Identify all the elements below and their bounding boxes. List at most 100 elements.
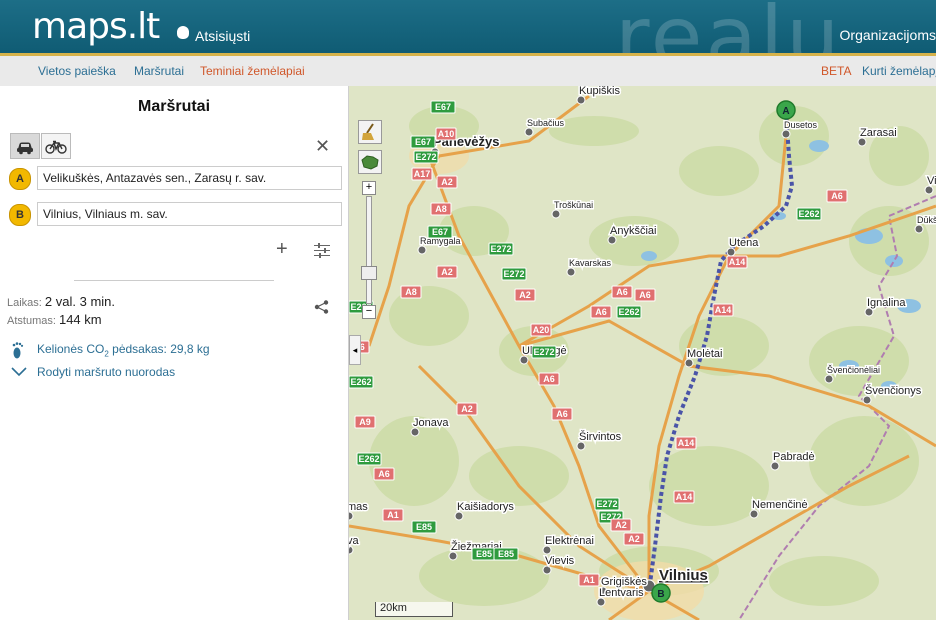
road-shield-E272: E272 [501,267,527,281]
place-19: Pabradė [770,450,816,471]
place-label: Kavarskas [569,258,612,268]
svg-text:E272: E272 [533,347,554,357]
map-svg[interactable]: KupiškisSubačiusPanevėžysDusetosZarasaiV… [349,86,936,620]
share-icon[interactable] [314,300,330,314]
road-shield-A2: A2 [514,288,536,302]
collapse-panel-button[interactable]: ◂ [349,335,361,365]
chevron-down-icon[interactable] [11,367,27,377]
svg-text:A9: A9 [359,417,371,427]
beta-badge: BETA [821,64,852,78]
create-map-link[interactable]: Kurti žemėlapį [862,64,936,78]
tab-routes[interactable]: Maršrutai [134,64,184,78]
add-waypoint-icon[interactable]: + [276,238,288,261]
route-marker-b: B [651,583,671,603]
apple-icon [177,26,189,39]
place-16: Švenčionys [862,383,923,405]
place-28: mas [349,500,370,521]
car-icon [17,142,33,155]
distance-label: Atstumas: [7,315,56,327]
place-label: Kupiškis [579,86,620,97]
road-shield-A20: A20 [530,323,552,337]
svg-text:E262: E262 [618,307,639,317]
place-label: Anykščiai [610,225,656,237]
distance-value: 144 km [58,312,102,327]
nav-bar: Vietos paieška Maršrutai Teminiai žemėla… [0,56,936,87]
route-options-icon[interactable] [314,243,330,258]
place-dot [781,129,791,139]
road-shield-A1: A1 [382,508,404,522]
place-label: Visaginas [927,175,936,187]
road-shield-E85: E85 [493,547,519,561]
svg-text:A6: A6 [556,409,568,419]
zoom-in-button[interactable]: + [362,181,376,195]
place-dot [862,395,872,405]
place-label: va [349,535,360,547]
destination-input[interactable]: Vilnius, Vilniaus m. sav. [37,202,342,226]
place-18: Širvintos [576,429,623,451]
place-dot [576,95,586,105]
zoom-out-button[interactable]: − [362,305,376,319]
road-shield-E272: E272 [488,242,514,256]
organizations-link[interactable]: Organizacijoms [840,27,936,43]
bicycle-mode-button[interactable] [41,133,71,159]
svg-text:E85: E85 [498,549,514,559]
svg-text:E272: E272 [415,152,436,162]
lake [885,255,903,267]
co2-value: pėdsakas: 29,8 kg [108,342,210,356]
road-shield-E272: E272 [594,497,620,511]
svg-text:A6: A6 [639,290,651,300]
download-link[interactable]: Atsisiųsti [195,28,250,44]
svg-text:A2: A2 [519,290,531,300]
svg-text:E262: E262 [350,377,371,387]
road-shield-A6: A6 [538,372,560,386]
close-icon[interactable]: ✕ [315,136,330,157]
place-label: Zarasai [860,127,897,139]
lake [809,140,829,152]
panel-divider [74,280,274,281]
maps-lt-logo[interactable]: maps.lt [32,6,160,47]
place-label: Utena [729,237,759,249]
svg-text:E262: E262 [798,209,819,219]
show-directions-link[interactable]: Rodyti maršruto nuorodas [37,365,175,379]
place-dot [824,374,834,384]
svg-text:A2: A2 [441,177,453,187]
co2-footprint-text: Kelionės CO2 pėdsakas: 29,8 kg [37,342,210,358]
place-label: Elektrėnai [545,535,594,547]
footprint-icon [12,342,24,359]
svg-text:A14: A14 [676,492,693,502]
clear-map-broom-icon[interactable] [358,120,382,144]
origin-input[interactable]: Velikuškės, Antazavės sen., Zarasų r. sa… [37,166,342,190]
car-mode-button[interactable] [10,133,40,159]
zoom-slider-track[interactable] [366,196,372,304]
tab-thematic-maps[interactable]: Teminiai žemėlapiai [200,64,305,78]
place-label: Jonava [413,417,449,429]
place-label: Kaišiadorys [457,501,514,513]
svg-text:A10: A10 [438,129,455,139]
route-marker-a: A [776,100,796,120]
road-shield-A6: A6 [373,467,395,481]
place-dot [454,511,464,521]
place-dot [864,307,874,317]
road-shield-A1: A1 [578,573,600,587]
zoom-slider-handle[interactable] [361,266,377,280]
svg-text:A6: A6 [831,191,843,201]
place-label: Vievis [545,555,575,567]
road-shield-A2: A2 [610,518,632,532]
road-shield-A14: A14 [712,303,734,317]
road-shield-E67: E67 [427,225,453,239]
route-panel: Maršrutai ✕ A Velikuškės, Antazavės sen.… [0,86,349,620]
place-dot [519,355,529,365]
top-header: maps.lt Atsisiųsti realu Organizacijoms [0,0,936,55]
place-dot [542,565,552,575]
map-canvas[interactable]: Kupiškis Subačius Panevėžys Dusetos Zarasai V… [349,86,936,620]
tab-place-search[interactable]: Vietos paieška [38,64,116,78]
road-shield-A6: A6 [551,407,573,421]
svg-text:A2: A2 [441,267,453,277]
road-shield-E67: E67 [430,100,456,114]
place-dot [607,235,617,245]
layers-lithuania-icon[interactable] [358,150,382,174]
place-dot [542,545,552,555]
place-dot [924,185,934,195]
place-20: Kaišiadorys [454,500,516,521]
place-0: Kupiškis [576,86,622,105]
